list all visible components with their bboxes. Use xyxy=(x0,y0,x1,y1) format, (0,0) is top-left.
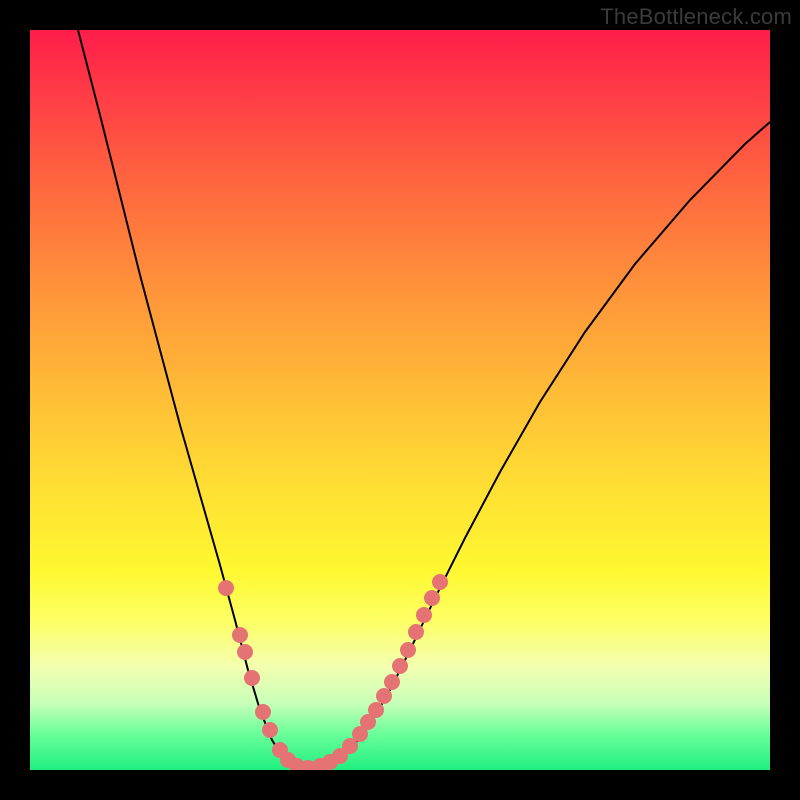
data-marker xyxy=(408,624,424,640)
data-marker xyxy=(244,670,260,686)
data-marker xyxy=(368,702,384,718)
data-marker xyxy=(384,674,400,690)
data-marker xyxy=(262,722,278,738)
curve-svg xyxy=(30,30,770,770)
chart-frame: TheBottleneck.com xyxy=(0,0,800,800)
data-marker xyxy=(416,607,432,623)
data-marker xyxy=(392,658,408,674)
data-marker xyxy=(400,642,416,658)
data-marker xyxy=(218,580,234,596)
data-marker xyxy=(237,644,253,660)
data-marker xyxy=(255,704,271,720)
plot-area xyxy=(30,30,770,770)
bottleneck-curve xyxy=(78,30,770,767)
data-marker xyxy=(424,590,440,606)
data-marker xyxy=(232,627,248,643)
marker-group xyxy=(218,574,448,770)
watermark-text: TheBottleneck.com xyxy=(600,4,792,30)
data-marker xyxy=(432,574,448,590)
data-marker xyxy=(376,688,392,704)
